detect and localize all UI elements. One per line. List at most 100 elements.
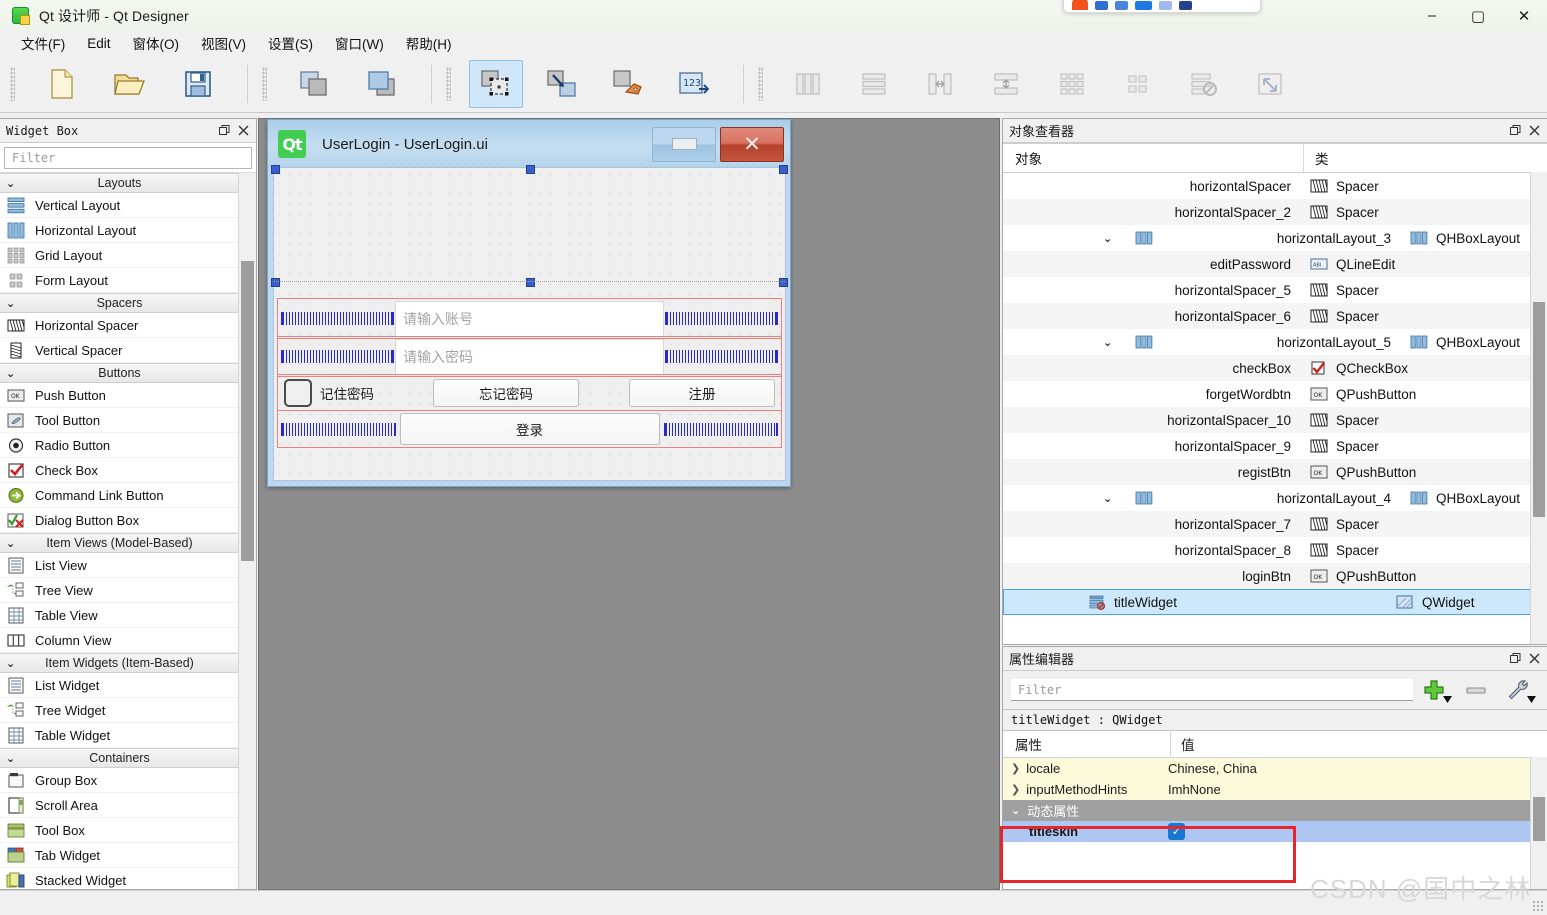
chevron-right-icon[interactable]: ❯ (1011, 783, 1020, 796)
widget-item-group-box[interactable]: Group Box (0, 768, 239, 793)
widget-box-float-icon[interactable] (216, 122, 233, 139)
menu-form[interactable]: 窗体(O) (122, 30, 191, 56)
selection-handle[interactable] (526, 165, 535, 174)
widget-item-push-button[interactable]: OK Push Button (0, 383, 239, 408)
widget-item-vertical-layout[interactable]: Vertical Layout (0, 193, 239, 218)
account-lineedit[interactable]: 请输入账号 (395, 300, 664, 337)
login-row[interactable]: 登录 (277, 410, 782, 448)
layout-grid-icon[interactable] (1045, 60, 1099, 108)
table-row[interactable]: horizontalSpacer_10 Spacer (1003, 407, 1547, 433)
chevron-down-icon[interactable]: ⌄ (1103, 232, 1112, 245)
widget-item-vertical-spacer[interactable]: Vertical Spacer (0, 338, 239, 363)
horizontal-spacer-widget[interactable] (665, 350, 778, 363)
form-canvas-body[interactable]: 请输入账号 请输入密码 记住密码 忘记密码 注册 登录 (271, 165, 788, 481)
property-editor-close-icon[interactable] (1526, 650, 1543, 667)
menu-settings[interactable]: 设置(S) (257, 30, 324, 56)
property-table-scroll-thumb[interactable] (1533, 797, 1545, 841)
object-tree-scroll-thumb[interactable] (1533, 302, 1545, 517)
save-file-icon[interactable] (171, 60, 225, 108)
paste-widgets-icon[interactable] (355, 60, 409, 108)
selection-handle[interactable] (271, 278, 280, 287)
selection-handle[interactable] (271, 165, 280, 174)
widget-item-check-box[interactable]: Check Box (0, 458, 239, 483)
widget-item-table-widget[interactable]: Table Widget (0, 723, 239, 748)
selection-handle[interactable] (526, 278, 535, 287)
form-close-button[interactable]: ✕ (720, 126, 784, 162)
horizontal-spacer-widget[interactable] (281, 422, 396, 436)
widget-item-tool-button[interactable]: Tool Button (0, 408, 239, 433)
widget-category-layouts[interactable]: ⌄ Layouts (0, 173, 239, 193)
options-row[interactable]: 记住密码 忘记密码 注册 (277, 374, 782, 411)
property-row-inputmethodhints[interactable]: ❯ inputMethodHints ImhNone (1003, 779, 1547, 800)
property-filter[interactable] (1011, 679, 1413, 701)
adjust-size-icon[interactable] (1243, 60, 1297, 108)
widget-item-grid-layout[interactable]: Grid Layout (0, 243, 239, 268)
widget-box-scroll-thumb[interactable] (241, 261, 254, 561)
widget-item-horizontal-layout[interactable]: Horizontal Layout (0, 218, 239, 243)
widget-item-tree-view[interactable]: Tree View (0, 578, 239, 603)
widget-item-form-layout[interactable]: Form Layout (0, 268, 239, 293)
account-row[interactable]: 请输入账号 (277, 298, 782, 339)
layout-splitter-vertical-icon[interactable] (979, 60, 1033, 108)
configure-button[interactable] (1497, 674, 1539, 706)
widget-item-stacked-widget[interactable]: Stacked Widget (0, 868, 239, 889)
edit-widgets-icon[interactable] (469, 59, 523, 108)
horizontal-spacer-widget[interactable] (281, 312, 394, 325)
widget-item-table-view[interactable]: Table View (0, 603, 239, 628)
table-row[interactable]: horizontalSpacer_2 Spacer (1003, 199, 1547, 225)
widget-item-column-view[interactable]: Column View (0, 628, 239, 653)
table-row[interactable]: horizontalSpacer_7 Spacer (1003, 511, 1547, 537)
widget-item-radio-button[interactable]: Radio Button (0, 433, 239, 458)
layout-horizontally-icon[interactable] (781, 60, 835, 108)
property-table-scrollbar[interactable] (1530, 757, 1547, 889)
widget-item-horizontal-spacer[interactable]: Horizontal Spacer (0, 313, 239, 338)
menu-edit[interactable]: Edit (76, 33, 121, 54)
toolbar-grip-file[interactable] (10, 66, 15, 101)
widget-box-filter[interactable] (4, 147, 252, 169)
table-row[interactable]: ⌄ horizontalLayout_3 QHBoxLayout (1003, 225, 1547, 251)
table-row[interactable]: horizontalSpacer_6 Spacer (1003, 303, 1547, 329)
layout-form-icon[interactable] (1111, 60, 1165, 108)
menu-window[interactable]: 窗口(W) (324, 30, 395, 56)
toolbar-grip-tools[interactable] (446, 66, 451, 101)
chevron-down-icon[interactable]: ⌄ (1103, 492, 1112, 505)
maximize-icon[interactable]: ▢ (1455, 0, 1501, 31)
break-layout-icon[interactable] (1177, 60, 1231, 108)
chevron-right-icon[interactable]: ❯ (1011, 762, 1020, 775)
menu-file[interactable]: 文件(F) (10, 30, 76, 56)
titleskin-checkbox[interactable]: ✓ (1168, 823, 1185, 840)
object-tree-scrollbar[interactable] (1530, 172, 1547, 644)
dynamic-properties-group[interactable]: ⌄ 动态属性 (1003, 800, 1547, 821)
toolbar-grip-layout[interactable] (758, 66, 763, 101)
widget-item-tool-box[interactable]: Tool Box (0, 818, 239, 843)
widget-category-containers[interactable]: ⌄ Containers (0, 748, 239, 768)
horizontal-spacer-widget[interactable] (663, 422, 778, 436)
widget-item-scroll-area[interactable]: Scroll Area (0, 793, 239, 818)
widget-box-scrollbar[interactable] (238, 173, 256, 889)
table-row[interactable]: ⌄ horizontalLayout_5 QHBoxLayout (1003, 329, 1547, 355)
close-icon[interactable]: ✕ (1501, 0, 1547, 31)
widget-box-close-icon[interactable] (235, 122, 252, 139)
widget-box-filter-input[interactable] (10, 150, 246, 166)
menu-view[interactable]: 视图(V) (190, 30, 257, 56)
login-button[interactable]: 登录 (399, 413, 660, 445)
minimize-icon[interactable]: – (1409, 0, 1455, 31)
widget-item-tab-widget[interactable]: Tab Widget (0, 843, 239, 868)
toolbar-grip-edit[interactable] (262, 66, 267, 101)
property-editor-float-icon[interactable] (1507, 650, 1524, 667)
property-table[interactable]: 属性 值 ❯ locale Chinese, China ❯ inputMethod… (1003, 731, 1547, 889)
widget-category-buttons[interactable]: ⌄ Buttons (0, 363, 239, 383)
table-row[interactable]: ⌄ horizontalLayout_4 QHBoxLayout (1003, 485, 1547, 511)
chevron-down-icon[interactable]: ⌄ (1011, 804, 1020, 817)
register-button[interactable]: 注册 (629, 378, 775, 407)
widget-item-list-widget[interactable]: List Widget (0, 673, 239, 698)
table-row[interactable]: horizontalSpacer_9 Spacer (1003, 433, 1547, 459)
table-row[interactable]: editPassword ABI QLineEdit (1003, 251, 1547, 277)
widget-item-tree-widget[interactable]: Tree Widget (0, 698, 239, 723)
property-filter-input[interactable] (1016, 681, 1408, 698)
userlogin-form-window[interactable]: Qt UserLogin - UserLogin.ui ✕ 请输入账号 请输入密… (267, 119, 791, 487)
layout-splitter-horizontal-icon[interactable] (913, 60, 967, 108)
widget-category-item-widgets[interactable]: ⌄ Item Widgets (Item-Based) (0, 653, 239, 673)
object-inspector-close-icon[interactable] (1526, 122, 1543, 139)
table-row[interactable]: checkBox QCheckBox (1003, 355, 1547, 381)
